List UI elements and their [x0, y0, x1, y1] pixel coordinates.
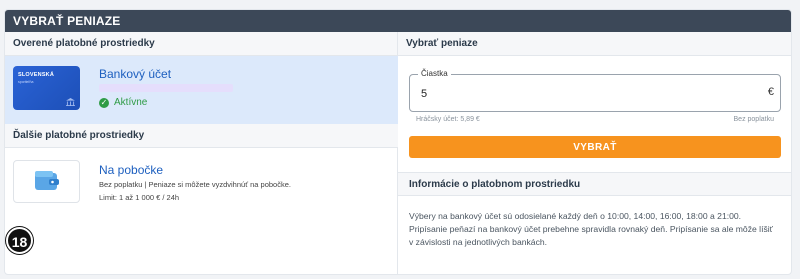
withdraw-form-column: Vybrať peniaze Čiastka € Hráčsky účet: 5…	[398, 32, 791, 274]
wallet-icon	[35, 171, 59, 190]
status-badge: ✓ Aktívne	[99, 97, 147, 108]
verified-methods-title: Overené platobné prostriedky	[5, 32, 397, 56]
panel-title: VYBRAŤ PENIAZE	[5, 10, 791, 32]
branch-method-limit: Limit: 1 až 1 000 € / 24h	[99, 193, 180, 202]
bank-brand-sub: sporiteľňa	[18, 80, 34, 84]
withdraw-panel: VYBRAŤ PENIAZE Overené platobné prostrie…	[4, 9, 792, 275]
bank-brand-text: SLOVENSKÁ	[18, 72, 55, 78]
amount-field[interactable]: Čiastka €	[409, 69, 781, 112]
redacted-account-number	[99, 84, 233, 92]
check-circle-icon: ✓	[99, 97, 109, 108]
withdraw-form-title: Vybrať peniaze	[398, 32, 791, 56]
branch-method-description: Bez poplatku | Peniaze si môžete vyzdvih…	[99, 180, 291, 189]
method-info-text: Výbery na bankový účet sú odosielané kaž…	[409, 211, 773, 247]
amount-label: Čiastka	[418, 69, 451, 78]
other-methods-title: Ďalšie platobné prostriedky	[5, 124, 398, 148]
payment-methods-column: Overené platobné prostriedky SLOVENSKÁ s…	[5, 32, 398, 274]
fee-note: Bez poplatku	[733, 116, 774, 123]
branch-method[interactable]: Na pobočke Bez poplatku | Peniaze si môž…	[5, 148, 398, 218]
amount-input[interactable]	[421, 86, 751, 102]
bank-account-method[interactable]: SLOVENSKÁ sporiteľňa Bankový účet ✓ Aktí…	[5, 56, 398, 124]
player-account-balance: Hráčsky účet: 5,89 €	[416, 116, 480, 123]
currency-symbol: €	[767, 86, 774, 98]
age-restriction-badge: 18	[6, 227, 33, 254]
status-text: Aktívne	[114, 97, 148, 108]
method-info-title: Informácie o platobnom prostriedku	[398, 172, 791, 196]
withdraw-button[interactable]: VYBRAŤ	[409, 136, 781, 158]
wallet-card	[13, 160, 80, 203]
branch-method-title: Na pobočke	[99, 163, 164, 177]
bank-method-title: Bankový účet	[99, 67, 172, 81]
bank-card-logo: SLOVENSKÁ sporiteľňa	[13, 66, 80, 110]
bank-building-icon	[66, 98, 75, 106]
